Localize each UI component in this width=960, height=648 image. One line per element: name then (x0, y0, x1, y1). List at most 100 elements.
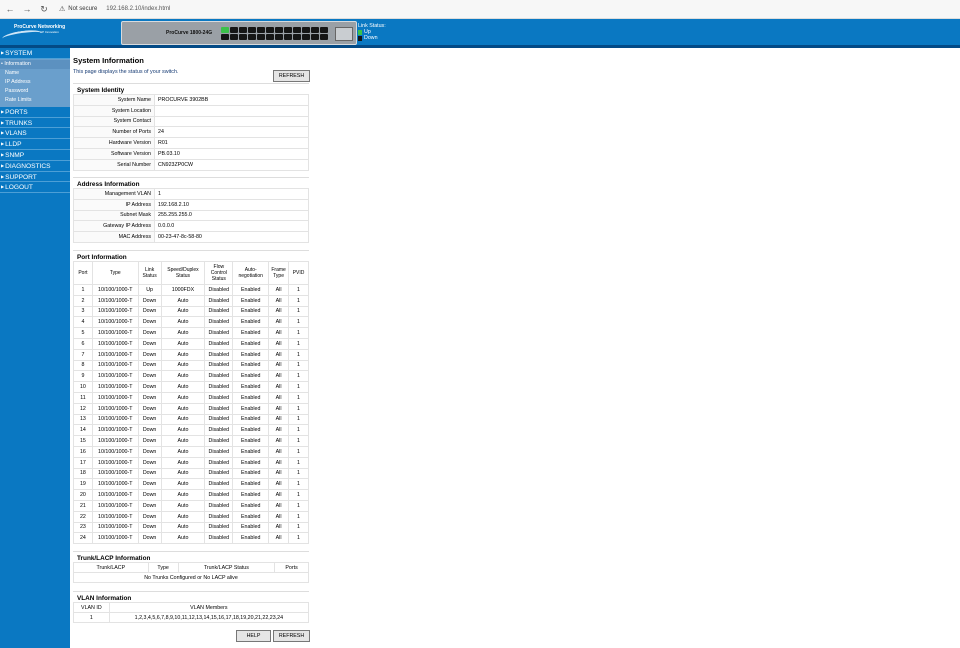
info-label: Software Version (73, 147, 155, 160)
table-cell: 10/100/1000-T (91, 370, 139, 383)
table-row: 22 10/100/1000-T Down Auto Disabled Enabled Al… (73, 510, 309, 523)
port-19-led (275, 34, 283, 40)
submenu-information[interactable]: • Information (0, 59, 70, 69)
sidebar-item-logout[interactable]: ▶LOGOUT (0, 182, 70, 194)
table-cell: Disabled (204, 284, 234, 296)
table-cell: 1 (288, 510, 309, 523)
table-cell: Auto (160, 337, 206, 350)
info-value: 24 (154, 126, 309, 139)
table-cell: 1 (288, 381, 309, 393)
table-cell: Auto (160, 402, 206, 415)
submenu-password[interactable]: Password (0, 87, 70, 96)
port-22-led (302, 34, 310, 40)
submenu-rate-limits[interactable]: Rate Limits (0, 96, 70, 105)
table-cell: 10/100/1000-T (91, 456, 139, 469)
port-18-led (266, 34, 274, 40)
port-16-led (248, 34, 256, 40)
table-cell: Auto (160, 294, 206, 307)
table-cell: 9 (73, 370, 93, 383)
system-submenu: • Information Name IP Address Password R… (0, 58, 70, 107)
table-cell: 1 (288, 370, 309, 383)
table-cell: 1 (73, 284, 93, 296)
table-cell: 10/100/1000-T (91, 305, 139, 318)
info-row: Gateway IP Address 0.0.0.0 (73, 220, 309, 233)
refresh-button-bottom[interactable]: REFRESH (273, 630, 310, 642)
warning-icon[interactable]: ⚠ (59, 5, 65, 13)
table-cell: Down (137, 370, 162, 383)
info-value: PROCURVE 3902BB (154, 94, 309, 106)
table-cell: 10/100/1000-T (91, 435, 139, 447)
section-title: Address Information (73, 177, 309, 188)
info-row: System Contact (73, 115, 309, 128)
info-row: Software Version PB.03.10 (73, 147, 309, 160)
vlan-info-panel: VLAN Information VLAN ID VLAN Members 1 1,… (73, 591, 310, 623)
arrow-icon: ▶ (1, 119, 5, 125)
table-cell: 1 (288, 467, 309, 480)
sidebar-item-trunks[interactable]: ▶TRUNKS (0, 118, 70, 129)
table-cell: Enabled (232, 445, 270, 458)
table-cell: Down (137, 391, 162, 404)
table-cell: 10 (73, 381, 93, 393)
vlan-info-table: VLAN ID VLAN Members 1 1,2,3,4,5,6,7,8,9,1… (73, 602, 310, 623)
info-row: System Name PROCURVE 3902BB (73, 94, 309, 106)
table-cell: All (268, 478, 290, 491)
info-value: 255.255.255.0 (154, 209, 309, 222)
table-cell: Auto (160, 424, 206, 437)
table-cell: Down (137, 435, 162, 447)
table-cell: Disabled (204, 532, 234, 545)
forward-icon[interactable]: → (20, 2, 34, 16)
arrow-icon: ▶ (1, 141, 5, 147)
address-info-table: Management VLAN 1 IP Address 192.168.2.10 Su… (73, 188, 309, 243)
table-cell: All (268, 284, 290, 296)
logo-swoosh-icon (1, 28, 43, 44)
table-cell: 1 (288, 337, 309, 350)
info-row: Serial Number CN923ZP0CW (73, 158, 309, 171)
down-swatch-icon (358, 35, 362, 41)
table-cell: 10/100/1000-T (91, 316, 139, 329)
sidebar-item-snmp[interactable]: ▶SNMP (0, 150, 70, 161)
table-cell: Disabled (204, 456, 234, 469)
reload-icon[interactable]: ↻ (37, 2, 51, 16)
back-icon[interactable]: ← (3, 2, 17, 16)
table-cell: 10/100/1000-T (91, 467, 139, 480)
port-21-led (293, 34, 301, 40)
url-text[interactable]: 192.168.2.10/index.html (106, 6, 170, 12)
security-label[interactable]: Not secure (68, 6, 97, 12)
submenu-ip-address[interactable]: IP Address (0, 78, 70, 87)
table-cell: Down (137, 305, 162, 318)
sidebar-item-lldp[interactable]: ▶LLDP (0, 139, 70, 150)
table-cell: Auto (160, 348, 206, 361)
port-1-led (221, 27, 229, 33)
sidebar-item-support[interactable]: ▶SUPPORT (0, 172, 70, 183)
table-row: 11 10/100/1000-T Down Auto Disabled Enabled Al… (73, 391, 309, 404)
table-cell: All (268, 499, 290, 512)
table-cell: Auto (160, 499, 206, 512)
table-cell: Enabled (232, 370, 270, 383)
submenu-name[interactable]: Name (0, 69, 70, 78)
page-description: This page displays the status of your sw… (73, 69, 179, 75)
table-cell: 5 (73, 327, 93, 339)
info-label: Hardware Version (73, 137, 155, 149)
help-button[interactable]: HELP (236, 630, 271, 642)
table-cell: 10/100/1000-T (91, 424, 139, 437)
address-bar[interactable]: ⚠ Not secure 192.168.2.10/index.html (59, 3, 170, 16)
column-header: Speed/Duplex Status (160, 261, 206, 285)
table-cell: All (268, 294, 290, 307)
arrow-icon: ▶ (1, 50, 5, 55)
sidebar-item-system[interactable]: ▶SYSTEM (0, 48, 70, 59)
sidebar-item-diagnostics[interactable]: ▶DIAGNOSTICS (0, 161, 70, 172)
table-row: 1 1,2,3,4,5,6,7,8,9,10,11,12,13,14,15,16,… (73, 612, 310, 623)
refresh-button-top[interactable]: REFRESH (273, 70, 310, 82)
table-cell: Down (137, 467, 162, 480)
table-cell: 1 (288, 348, 309, 361)
table-cell: All (268, 413, 290, 426)
device-model-label: ProCurve 1800-24G (166, 30, 213, 36)
table-cell: All (268, 337, 290, 350)
sidebar-item-ports[interactable]: ▶PORTS (0, 107, 70, 118)
submenu-label: Information (4, 60, 31, 67)
table-cell: Down (137, 445, 162, 458)
table-cell: 10/100/1000-T (91, 327, 139, 339)
table-cell: Enabled (232, 305, 270, 318)
table-cell: Auto (160, 478, 206, 491)
sidebar-item-vlans[interactable]: ▶VLANS (0, 128, 70, 140)
